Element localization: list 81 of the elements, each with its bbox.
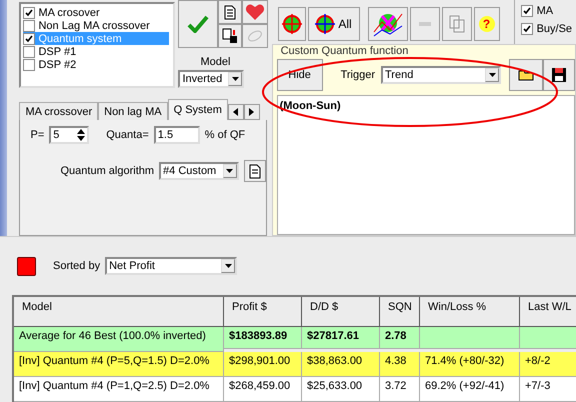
- table-cell: $268,459.00: [224, 377, 302, 402]
- tab-scroll-left-button[interactable]: [228, 104, 244, 120]
- left-arrow-icon: [233, 108, 238, 116]
- table-cell: [Inv] Quantum #4 (P=5,Q=1.5) D=2.0%: [14, 352, 224, 377]
- chart-optimize-button[interactable]: [368, 7, 408, 41]
- caret-icon: [224, 264, 232, 268]
- target-icon: [315, 14, 336, 34]
- column-header[interactable]: Win/Loss %: [420, 297, 520, 327]
- caret-icon: [232, 77, 239, 81]
- heart-icon: [245, 3, 266, 21]
- strategy-item[interactable]: Non Lag MA crossover: [23, 19, 170, 32]
- column-header[interactable]: Profit $: [224, 297, 302, 327]
- column-header[interactable]: Model: [14, 297, 224, 327]
- satellite-dish-icon: [247, 29, 264, 43]
- optimize-all-button[interactable]: All: [308, 7, 360, 41]
- panel-title: Custom Quantum function: [280, 45, 410, 57]
- help-icon: ?: [478, 16, 495, 32]
- target-icon: [282, 14, 302, 34]
- view-checkbox[interactable]: Buy/Se: [520, 23, 572, 35]
- caret-icon: [226, 169, 234, 173]
- table-cell: [520, 327, 576, 349]
- sort-select[interactable]: Net Profit: [105, 257, 238, 275]
- checkmark-icon: [522, 25, 531, 33]
- trigger-label: Trigger: [340, 69, 375, 81]
- quanta-label: Quanta=: [106, 129, 149, 141]
- quanta-field[interactable]: 1.5: [154, 126, 200, 144]
- column-header[interactable]: SQN: [380, 297, 420, 327]
- checkmark-icon: [25, 8, 34, 16]
- optimize-button[interactable]: [278, 7, 306, 41]
- spinner-arrows-icon: [75, 128, 88, 142]
- tab[interactable]: Non lag MA: [98, 102, 168, 120]
- table-cell: 2.78: [380, 327, 420, 349]
- strategy-item[interactable]: DSP #2: [23, 58, 170, 71]
- checkmark-icon: [25, 34, 34, 42]
- model-label: Model: [200, 56, 232, 68]
- save-button[interactable]: [543, 59, 575, 91]
- table-cell: 4.38: [380, 352, 420, 377]
- table-cell: $38,863.00: [302, 352, 380, 377]
- table-cell: +7/-3: [520, 377, 576, 402]
- table-cell: 3.72: [380, 377, 420, 402]
- p-label: P=: [30, 129, 44, 141]
- table-cell: Average for 46 Best (100.0% inverted): [14, 327, 224, 352]
- right-arrow-icon: [249, 108, 254, 116]
- tab-scroll-right-button[interactable]: [244, 104, 260, 120]
- minus-icon: [418, 22, 431, 26]
- document-save-icon: [222, 28, 238, 44]
- view-checkbox[interactable]: MA: [520, 5, 572, 17]
- model-select[interactable]: Inverted: [178, 70, 244, 88]
- formula-editor[interactable]: (Moon-Sun): [276, 95, 575, 235]
- table-cell: $298,901.00: [224, 352, 302, 377]
- column-header[interactable]: D/D $: [302, 297, 380, 327]
- pages-icon: [448, 15, 465, 33]
- tab[interactable]: MA crossover: [19, 102, 98, 120]
- help-button[interactable]: ?: [474, 7, 500, 41]
- open-button[interactable]: [509, 59, 543, 91]
- checkmark-icon: [522, 7, 531, 15]
- document-icon: [248, 163, 262, 179]
- strategy-item[interactable]: DSP #1: [23, 45, 170, 58]
- favorite-button[interactable]: [242, 0, 268, 24]
- table-cell: +8/-2: [520, 352, 576, 377]
- table-cell: $27817.61: [302, 327, 380, 349]
- table-cell: $25,633.00: [302, 377, 380, 402]
- algorithm-label: Quantum algorithm: [60, 165, 154, 177]
- algorithm-select[interactable]: #4 Custom: [159, 162, 239, 180]
- sort-label: Sorted by: [53, 260, 100, 272]
- caret-icon: [488, 73, 496, 77]
- document-icon: [224, 4, 236, 20]
- table-cell: 69.2% (+92/-41): [420, 377, 520, 402]
- quanta-unit: % of QF: [204, 129, 246, 141]
- status-indicator: [17, 256, 36, 276]
- table-cell: 71.4% (+80/-32): [420, 352, 520, 377]
- trigger-select[interactable]: Trend: [381, 66, 501, 84]
- report-button[interactable]: [218, 0, 242, 24]
- strategy-item[interactable]: MA crosover: [23, 6, 170, 19]
- table-cell: $183893.89: [224, 327, 302, 349]
- edit-function-button[interactable]: [244, 160, 266, 182]
- tab[interactable]: Q System: [168, 99, 228, 120]
- checkmark-icon: [187, 15, 210, 33]
- table-cell: [Inv] Quantum #4 (P=1,Q=2.5) D=2.0%: [14, 377, 224, 402]
- p-spinner[interactable]: 5: [49, 126, 90, 144]
- save-report-button[interactable]: [218, 24, 242, 48]
